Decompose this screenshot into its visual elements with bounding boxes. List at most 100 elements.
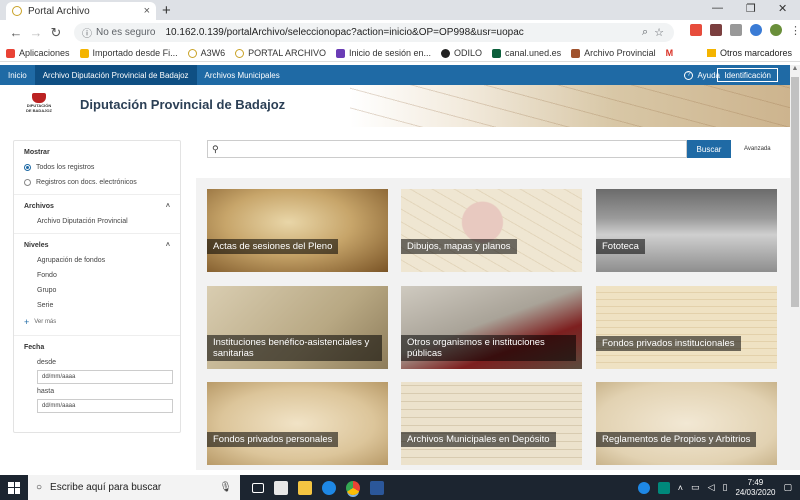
portal-nav: Inicio Archivo Diputación Provincial de …	[0, 65, 790, 85]
help-link[interactable]: ? Ayuda	[684, 65, 720, 85]
bookmark-item[interactable]: A3W6	[187, 48, 225, 58]
card-dibujos[interactable]: Dibujos, mapas y planos	[401, 189, 582, 272]
nav-inicio[interactable]: Inicio	[0, 65, 35, 85]
favicon-icon	[571, 48, 581, 58]
diputacion-logo[interactable]: DIPUTACIÓN DE BADAJOZ	[25, 93, 53, 119]
card-actas[interactable]: Actas de sesiones del Pleno	[207, 189, 388, 272]
bookmark-gmail[interactable]: M	[666, 48, 674, 58]
search-button[interactable]: Buscar	[687, 140, 731, 158]
volume-icon[interactable]: ◁	[708, 482, 715, 493]
card-image	[596, 286, 777, 369]
reload-icon[interactable]: ↻	[46, 25, 66, 41]
card-fondos-personales[interactable]: Fondos privados personales	[207, 382, 388, 465]
radio-docs-electronicos[interactable]: Registros con docs. electrónicos	[24, 179, 170, 186]
nav-archivos-municipales[interactable]: Archivos Municipales	[197, 65, 288, 85]
bookmark-item[interactable]: Inicio de sesión en...	[335, 48, 431, 58]
card-reglamentos[interactable]: Reglamentos de Propios y Arbitrios	[596, 382, 777, 465]
start-button[interactable]	[0, 481, 28, 494]
card-label: Otros organismos e instituciones pública…	[401, 335, 576, 361]
microphone-icon[interactable]: 🎙	[219, 482, 232, 493]
ver-mas-link[interactable]: + Ver más	[24, 317, 170, 327]
favicon-icon	[492, 48, 502, 58]
nivel-item[interactable]: Fondo	[24, 272, 170, 279]
network-icon[interactable]: ▭	[691, 482, 700, 493]
archivos-title[interactable]: Archivos ˄	[24, 203, 170, 210]
close-window-button[interactable]: ✕	[778, 2, 787, 15]
desde-date-field[interactable]: dd/mm/aaaa	[37, 370, 173, 384]
card-label: Fondos privados institucionales	[596, 336, 741, 351]
taskbar-search-input[interactable]: ○ Escribe aquí para buscar 🎙	[28, 475, 240, 500]
extension-icon[interactable]	[710, 24, 722, 36]
site-header: DIPUTACIÓN DE BADAJOZ Diputación Provinci…	[0, 85, 790, 127]
card-instituciones-benefico[interactable]: Instituciones benéfico-asistenciales y s…	[207, 286, 388, 369]
chrome-icon[interactable]	[346, 480, 360, 495]
extension-icon[interactable]	[730, 24, 742, 36]
system-clock[interactable]: 7:49 24/03/2020	[735, 478, 775, 498]
bookmark-item[interactable]: PORTAL ARCHIVO	[235, 48, 326, 58]
card-label: Fototeca	[596, 239, 645, 254]
notification-badge-icon[interactable]	[657, 481, 670, 494]
extension-icon[interactable]	[750, 24, 762, 36]
hasta-date-field[interactable]: dd/mm/aaaa	[37, 399, 173, 413]
bookmark-item[interactable]: canal.uned.es	[492, 48, 561, 58]
url-field[interactable]: ⓘ No es seguro 10.162.0.139/portalArchiv…	[74, 23, 674, 42]
hasta-label: hasta	[37, 388, 55, 395]
nav-archivo-diputacion[interactable]: Archivo Diputación Provincial de Badajoz	[34, 65, 197, 85]
zoom-search-icon[interactable]: ⌕	[642, 26, 648, 39]
maximize-button[interactable]: ❐	[746, 2, 756, 15]
radio-todos[interactable]: Todos los registros	[24, 164, 170, 171]
card-fondos-institucionales[interactable]: Fondos privados institucionales	[596, 286, 777, 369]
file-explorer-icon[interactable]	[298, 480, 312, 495]
chevron-up-icon[interactable]: ˄	[166, 203, 170, 210]
search-input[interactable]: ⚲	[207, 140, 687, 158]
card-fototeca[interactable]: Fototeca	[596, 189, 777, 272]
page-scrollbar[interactable]: ▲	[790, 65, 800, 470]
archivo-item[interactable]: Archivo Diputación Provincial	[24, 218, 170, 225]
new-tab-button[interactable]: +	[162, 2, 171, 19]
back-icon[interactable]: ←	[6, 25, 26, 40]
nivel-item[interactable]: Agrupación de fondos	[24, 257, 170, 264]
tab-close-icon[interactable]: ×	[144, 5, 150, 17]
edge-icon[interactable]	[322, 480, 336, 495]
task-view-icon[interactable]	[252, 482, 264, 493]
browser-tab[interactable]: Portal Archivo ×	[6, 2, 156, 20]
favicon-icon	[187, 48, 197, 58]
windows-taskbar: ○ Escribe aquí para buscar 🎙 ˄ ▭ ◁ ▯ 7:4…	[0, 475, 800, 500]
app-icon[interactable]	[274, 480, 288, 495]
search-icon: ⚲	[212, 143, 219, 154]
chevron-up-icon[interactable]: ˄	[678, 483, 683, 493]
pdf-extension-icon[interactable]	[690, 24, 702, 36]
card-label: Dibujos, mapas y planos	[401, 239, 517, 254]
bookmark-star-icon[interactable]: ☆	[654, 26, 664, 39]
bookmark-item[interactable]: Archivo Provincial	[571, 48, 656, 58]
desde-label: desde	[37, 359, 57, 366]
advanced-search-link[interactable]: Avanzada	[744, 146, 771, 152]
nivel-item[interactable]: Serie	[24, 302, 170, 309]
forward-icon[interactable]: →	[26, 25, 46, 40]
bookmark-item[interactable]: ODILO	[441, 48, 482, 58]
help-icon: ?	[684, 70, 694, 80]
bookmark-item[interactable]: Aplicaciones	[6, 48, 70, 58]
favicon-icon	[441, 48, 451, 58]
menu-kebab-icon[interactable]: ⋮	[790, 24, 800, 37]
bookmark-item[interactable]: Importado desde Fi...	[79, 48, 178, 58]
login-button[interactable]: Identificación	[717, 68, 778, 82]
notifications-icon[interactable]: ▢	[783, 482, 792, 493]
browser-tabstrip: Portal Archivo × + — ❐ ✕	[0, 0, 800, 20]
fecha-title: Fecha	[24, 344, 45, 351]
word-doc-icon[interactable]	[370, 480, 384, 495]
other-bookmarks[interactable]: Otros marcadores	[706, 48, 792, 58]
nivel-item[interactable]: Grupo	[24, 287, 170, 294]
chevron-up-icon[interactable]: ˄	[166, 242, 170, 249]
profile-avatar[interactable]	[770, 24, 782, 36]
plus-icon: +	[24, 317, 30, 327]
scroll-up-icon[interactable]: ▲	[790, 65, 800, 75]
niveles-title[interactable]: Niveles ˄	[24, 242, 170, 249]
help-icon[interactable]	[637, 481, 650, 494]
card-archivos-municipales[interactable]: Archivos Municipales en Depósito	[401, 382, 582, 465]
taskbar-apps	[252, 480, 384, 495]
battery-icon[interactable]: ▯	[722, 482, 727, 493]
card-otros-organismos[interactable]: Otros organismos e instituciones pública…	[401, 286, 582, 369]
minimize-button[interactable]: —	[712, 2, 723, 14]
scrollbar-thumb[interactable]	[791, 77, 799, 307]
